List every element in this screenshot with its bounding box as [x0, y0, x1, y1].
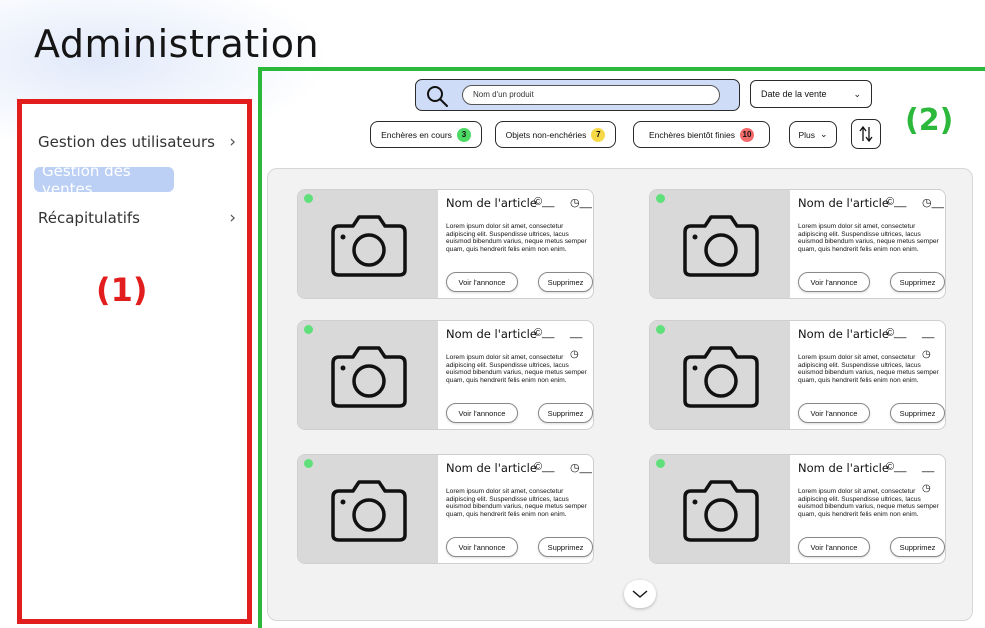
page-title: Administration [34, 22, 320, 66]
delete-button[interactable]: Supprimez [890, 537, 945, 557]
product-title: Nom de l'article [446, 461, 537, 475]
camera-icon [681, 343, 761, 414]
sort-arrows-icon [859, 125, 873, 143]
chevron-down-icon: ⌄ [853, 88, 861, 99]
status-dot [656, 459, 665, 468]
product-title: Nom de l'article [446, 196, 537, 210]
filter-more-dropdown[interactable]: Plus ⌄ [789, 121, 837, 148]
count-badge: 7 [591, 127, 606, 142]
product-card[interactable]: Nom de l'article ©__ __ ◷ Lorem ipsum do… [649, 320, 946, 430]
view-listing-button[interactable]: Voir l'annonce [446, 403, 518, 423]
chevron-right-icon: › [229, 132, 236, 152]
camera-icon [329, 343, 409, 414]
product-description: Lorem ipsum dolor sit amet, consectetur … [446, 488, 587, 518]
filter-unbid-items[interactable]: Objets non-enchéries 7 [495, 121, 616, 148]
sort-order-button[interactable] [851, 119, 881, 149]
product-description: Lorem ipsum dolor sit amet, consectetur … [446, 354, 587, 384]
chevron-down-icon [632, 590, 648, 598]
status-dot [304, 459, 313, 468]
auction-time: __ [922, 327, 935, 339]
auction-time: __ [922, 461, 935, 473]
delete-button[interactable]: Supprimez [538, 272, 593, 292]
product-description: Lorem ipsum dolor sit amet, consectetur … [798, 354, 939, 384]
product-price: ©__ [534, 327, 555, 339]
status-dot [656, 194, 665, 203]
chevron-right-icon: › [229, 208, 236, 228]
product-description: Lorem ipsum dolor sit amet, consectetur … [798, 223, 939, 253]
product-title: Nom de l'article [798, 327, 889, 341]
product-title: Nom de l'article [798, 461, 889, 475]
status-dot [304, 194, 313, 203]
sidebar-item-label: Gestion des utilisateurs [38, 133, 215, 151]
status-dot [304, 325, 313, 334]
chevron-down-icon: ⌄ [820, 129, 828, 139]
sidebar: Gestion des utilisateurs › Gestion des v… [17, 99, 252, 624]
delete-button[interactable]: Supprimez [890, 403, 945, 423]
product-card[interactable]: Nom de l'article ©__ ◷__ Lorem ipsum dol… [297, 189, 594, 299]
sidebar-item-label: Gestion des ventes [42, 161, 131, 198]
delete-button[interactable]: Supprimez [538, 537, 593, 557]
status-dot [656, 325, 665, 334]
view-listing-button[interactable]: Voir l'annonce [798, 272, 870, 292]
view-listing-button[interactable]: Voir l'annonce [446, 537, 518, 557]
search-input[interactable]: Nom d'un produit [462, 85, 720, 105]
filter-label: Enchères bientôt finies [649, 129, 735, 140]
filter-label: Objets non-enchéries [505, 129, 587, 140]
product-card[interactable]: Nom de l'article ©__ __ ◷ Lorem ipsum do… [297, 320, 594, 430]
view-listing-button[interactable]: Voir l'annonce [798, 537, 870, 557]
region-label-2: (2) [905, 103, 954, 138]
view-listing-button[interactable]: Voir l'annonce [798, 403, 870, 423]
auction-time: __ [570, 327, 583, 339]
product-card[interactable]: Nom de l'article ©__ ◷__ Lorem ipsum dol… [297, 454, 594, 564]
delete-button[interactable]: Supprimez [538, 403, 593, 423]
camera-icon [681, 477, 761, 548]
count-badge: 3 [456, 127, 471, 142]
filter-label: Plus [798, 129, 815, 140]
product-price: ©__ [534, 196, 555, 208]
auction-time: ◷__ [922, 197, 944, 209]
camera-icon [329, 212, 409, 283]
product-price: ©__ [886, 461, 907, 473]
filter-active-auctions[interactable]: Enchères en cours 3 [370, 121, 482, 148]
sort-date-select[interactable]: Date de la vente ⌄ [750, 80, 872, 108]
delete-button[interactable]: Supprimez [890, 272, 945, 292]
product-price: ©__ [886, 196, 907, 208]
auction-time: ◷__ [570, 197, 592, 209]
auction-time: ◷__ [570, 462, 592, 474]
sidebar-item-label: Récapitulatifs [38, 209, 140, 227]
filter-ending-soon[interactable]: Enchères bientôt finies 10 [633, 121, 770, 148]
sidebar-item-users[interactable]: Gestion des utilisateurs › [38, 132, 238, 152]
product-description: Lorem ipsum dolor sit amet, consectetur … [446, 223, 587, 253]
search-bar: Nom d'un produit [415, 79, 740, 111]
product-title: Nom de l'article [446, 327, 537, 341]
product-price: ©__ [886, 327, 907, 339]
camera-icon [329, 477, 409, 548]
product-title: Nom de l'article [798, 196, 889, 210]
product-card[interactable]: Nom de l'article ©__ __ ◷ Lorem ipsum do… [649, 454, 946, 564]
count-badge: 10 [740, 127, 754, 142]
view-listing-button[interactable]: Voir l'annonce [446, 272, 518, 292]
sidebar-item-summaries[interactable]: Récapitulatifs › [38, 208, 238, 228]
product-price: ©__ [534, 461, 555, 473]
load-more-button[interactable] [624, 580, 656, 608]
region-label-1: (1) [96, 271, 148, 309]
filter-label: Enchères en cours [381, 129, 452, 140]
product-card[interactable]: Nom de l'article ©__ ◷__ Lorem ipsum dol… [649, 189, 946, 299]
search-icon[interactable] [425, 84, 449, 108]
sidebar-item-sales[interactable]: Gestion des ventes [34, 162, 174, 198]
product-description: Lorem ipsum dolor sit amet, consectetur … [798, 488, 939, 518]
sort-select-value: Date de la vente [761, 89, 827, 99]
camera-icon [681, 212, 761, 283]
